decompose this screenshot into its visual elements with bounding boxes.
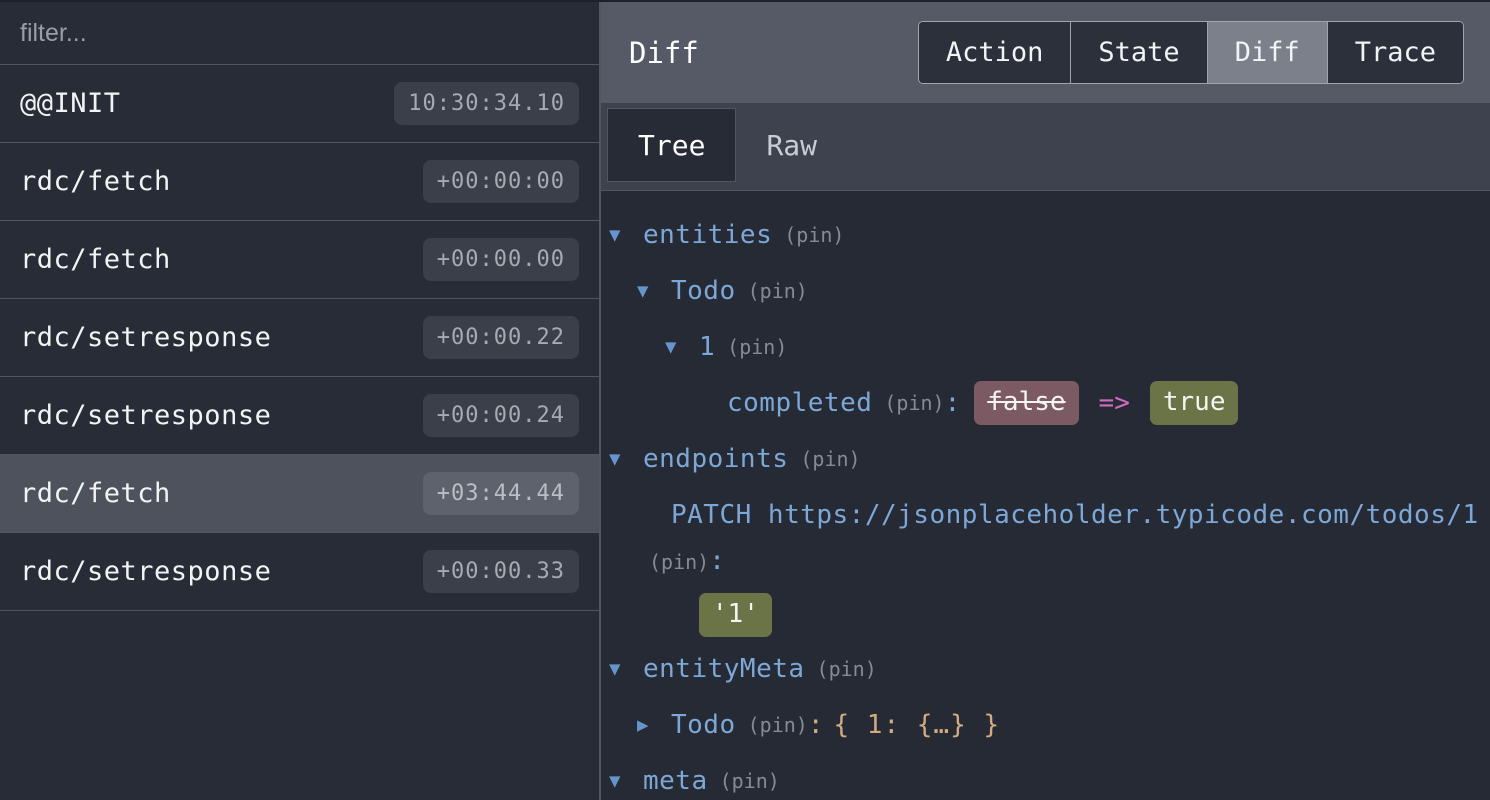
action-timestamp: +00:00:00 [423, 160, 579, 203]
action-name: rdc/setresponse [20, 556, 271, 587]
tree-key: PATCH https://jsonplaceholder.typicode.c… [671, 500, 1479, 530]
tree-row: ▼1 (pin) [601, 319, 1490, 375]
tab-action[interactable]: Action [919, 22, 1071, 83]
tree-key: entities [643, 220, 772, 250]
tree-row: ▼entities (pin) [601, 207, 1490, 263]
action-name: rdc/fetch [20, 244, 171, 275]
action-list: @@INIT10:30:34.10rdc/fetch+00:00:00rdc/f… [0, 65, 599, 611]
action-timestamp: +00:00.22 [423, 316, 579, 359]
collapsed-preview: { 1: {…} } [834, 710, 1001, 740]
action-list-item[interactable]: rdc/fetch +03:44.44 [0, 455, 599, 533]
tab-diff[interactable]: Diff [1207, 22, 1327, 83]
filter-input[interactable] [0, 2, 599, 64]
view-tab-raw[interactable]: Raw [736, 108, 847, 182]
pin-link[interactable]: (pin) [800, 447, 860, 471]
action-list-item[interactable]: rdc/setresponse +00:00.33 [0, 533, 599, 611]
redux-devtools: @@INIT10:30:34.10rdc/fetch+00:00:00rdc/f… [0, 0, 1490, 800]
tree-key: 1 [699, 332, 715, 362]
tab-trace[interactable]: Trace [1327, 22, 1463, 83]
action-timestamp: +00:00.00 [423, 238, 579, 281]
pin-link[interactable]: (pin) [748, 279, 808, 303]
panel-title: Diff [629, 36, 699, 70]
action-list-item[interactable]: rdc/fetch +00:00:00 [0, 143, 599, 221]
inspector-panel: Diff ActionStateDiffTrace TreeRaw ▼entit… [601, 2, 1490, 800]
pin-link[interactable]: (pin) [817, 657, 877, 681]
action-list-panel: @@INIT10:30:34.10rdc/fetch+00:00:00rdc/f… [0, 2, 601, 800]
pin-link[interactable]: (pin) [748, 713, 808, 737]
pin-link[interactable]: (pin) [784, 223, 844, 247]
action-name: rdc/fetch [20, 478, 171, 509]
colon: : [808, 710, 824, 740]
diff-added-value: '1' [699, 593, 772, 637]
tree-key: Todo [671, 710, 736, 740]
tree-key: meta [643, 766, 708, 796]
diff-added-value: true [1150, 381, 1239, 425]
tree-row: ▼meta (pin) [601, 753, 1490, 800]
diff-tree: ▼entities(pin)▼Todo(pin)▼1(pin)completed… [601, 191, 1490, 800]
pin-link[interactable]: (pin) [884, 391, 944, 415]
tab-state[interactable]: State [1070, 22, 1206, 83]
colon: : [709, 546, 725, 576]
expander-down-icon[interactable]: ▼ [609, 770, 643, 792]
tree-row: PATCH https://jsonplaceholder.typicode.c… [601, 487, 1490, 585]
action-timestamp: +03:44.44 [423, 472, 579, 515]
action-timestamp: +00:00.33 [423, 550, 579, 593]
tree-row: ▼endpoints (pin) [601, 431, 1490, 487]
action-name: @@INIT [20, 88, 121, 119]
action-name: rdc/setresponse [20, 322, 271, 353]
inspector-header: Diff ActionStateDiffTrace [601, 2, 1490, 103]
tree-row: completed (pin): false => true [601, 375, 1490, 431]
expander-right-icon[interactable]: ▶ [637, 714, 671, 736]
tree-row: ▶Todo (pin): { 1: {…} } [601, 697, 1490, 753]
tree-key: Todo [671, 276, 736, 306]
view-tab-tree[interactable]: Tree [607, 108, 736, 182]
tree-value-line: '1' [601, 589, 1490, 641]
action-list-item[interactable]: @@INIT 10:30:34.10 [0, 65, 599, 143]
diff-arrow: => [1099, 388, 1130, 418]
action-list-item[interactable]: rdc/setresponse +00:00.24 [0, 377, 599, 455]
expander-down-icon[interactable]: ▼ [609, 224, 643, 246]
pin-link[interactable]: (pin) [649, 550, 709, 574]
expander-down-icon[interactable]: ▼ [637, 280, 671, 302]
inspector-tab-group: ActionStateDiffTrace [918, 21, 1464, 84]
pin-link[interactable]: (pin) [727, 335, 787, 359]
view-tab-bar: TreeRaw [601, 103, 1490, 191]
expander-down-icon[interactable]: ▼ [665, 336, 699, 358]
tree-key: entityMeta [643, 654, 805, 684]
pin-link[interactable]: (pin) [720, 769, 780, 793]
action-name: rdc/fetch [20, 166, 171, 197]
action-list-item[interactable]: rdc/setresponse +00:00.22 [0, 299, 599, 377]
tree-key: endpoints [643, 444, 788, 474]
tree-row: ▼Todo (pin) [601, 263, 1490, 319]
tree-key: completed [727, 388, 872, 418]
action-name: rdc/setresponse [20, 400, 271, 431]
diff-removed-value: false [974, 381, 1078, 425]
expander-down-icon[interactable]: ▼ [609, 658, 643, 680]
action-list-item[interactable]: rdc/fetch +00:00.00 [0, 221, 599, 299]
colon: : [945, 388, 961, 418]
expander-down-icon[interactable]: ▼ [609, 448, 643, 470]
filter-row [0, 2, 599, 65]
tree-row: ▼entityMeta (pin) [601, 641, 1490, 697]
action-timestamp: 10:30:34.10 [394, 82, 579, 125]
action-timestamp: +00:00.24 [423, 394, 579, 437]
